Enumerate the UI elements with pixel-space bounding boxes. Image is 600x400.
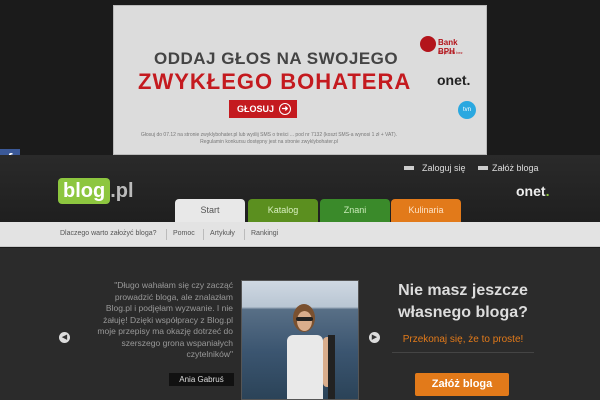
testimonial-author[interactable]: Ania Gabruś bbox=[169, 373, 234, 386]
onet-logo[interactable]: onet. bbox=[516, 183, 549, 199]
subnav-why-blog[interactable]: Dlaczego warto założyć bloga? bbox=[60, 230, 157, 237]
divider bbox=[203, 229, 204, 240]
chevron-left-icon[interactable]: ◀ bbox=[59, 332, 70, 343]
ad-vote-label: GŁOSUJ bbox=[237, 104, 275, 114]
subnav-articles[interactable]: Artykuły bbox=[210, 230, 235, 237]
arrow-right-icon: ➜ bbox=[279, 103, 291, 115]
key-icon bbox=[404, 166, 414, 170]
tab-katalog[interactable]: Katalog bbox=[248, 199, 318, 222]
testimonial-quote: "Długo wahałam się czy zacząć prowadzić … bbox=[97, 280, 233, 359]
ad-headline-1: ODDAJ GŁOS NA SWOJEGO bbox=[154, 49, 399, 68]
ad-onet-logo: onet. bbox=[437, 72, 471, 88]
sub-navigation: Dlaczego warto założyć bloga? Pomoc Arty… bbox=[0, 222, 600, 247]
showcase-section: ◀ "Długo wahałam się czy zacząć prowadzi… bbox=[0, 248, 600, 400]
ad-banner[interactable]: ODDAJ GŁOS NA SWOJEGO ZWYKŁEGO BOHATERA … bbox=[113, 5, 487, 155]
divider bbox=[392, 352, 534, 353]
ad-headline-2: ZWYKŁEGO BOHATERA bbox=[138, 69, 412, 94]
bank-bph-logo: Bank BPH Po prostu bez bbox=[420, 34, 470, 64]
tab-start[interactable]: Start bbox=[175, 199, 245, 222]
register-link[interactable]: Załóż bloga bbox=[492, 163, 539, 173]
bank-bph-slogan: Po prostu bez bbox=[438, 50, 463, 55]
photo-sunglasses bbox=[296, 317, 313, 321]
tab-znani[interactable]: Znani bbox=[320, 199, 390, 222]
login-link[interactable]: Zaloguj się bbox=[422, 163, 466, 173]
divider bbox=[166, 229, 167, 240]
subnav-help[interactable]: Pomoc bbox=[173, 230, 195, 237]
photo-bag-strap bbox=[328, 335, 335, 399]
divider bbox=[244, 229, 245, 240]
main-tabs: Start Katalog Znani Kulinaria bbox=[0, 199, 600, 222]
photo-shirt bbox=[287, 335, 323, 399]
photo-face bbox=[297, 311, 312, 331]
tab-kulinaria[interactable]: Kulinaria bbox=[391, 199, 461, 222]
tvn-logo: tvn bbox=[458, 101, 476, 119]
promo-subtitle: Przekonaj się, że to proste! bbox=[402, 334, 524, 345]
promo-title: Nie masz jeszcze własnego bloga? bbox=[398, 282, 528, 321]
pencil-icon bbox=[478, 166, 488, 170]
ad-small-print: Głosuj do 07.12 na stronie zwyklybohater… bbox=[140, 132, 398, 145]
testimonial-photo[interactable] bbox=[241, 280, 359, 400]
create-blog-button[interactable]: Załóż bloga bbox=[415, 373, 509, 396]
onet-logo-text: onet bbox=[516, 183, 546, 199]
onet-logo-dot: . bbox=[545, 183, 550, 199]
chevron-right-icon[interactable]: ▶ bbox=[369, 332, 380, 343]
bank-bph-icon bbox=[420, 36, 436, 52]
ad-vote-button[interactable]: GŁOSUJ ➜ bbox=[229, 100, 297, 118]
subnav-rankings[interactable]: Rankingi bbox=[251, 230, 278, 237]
